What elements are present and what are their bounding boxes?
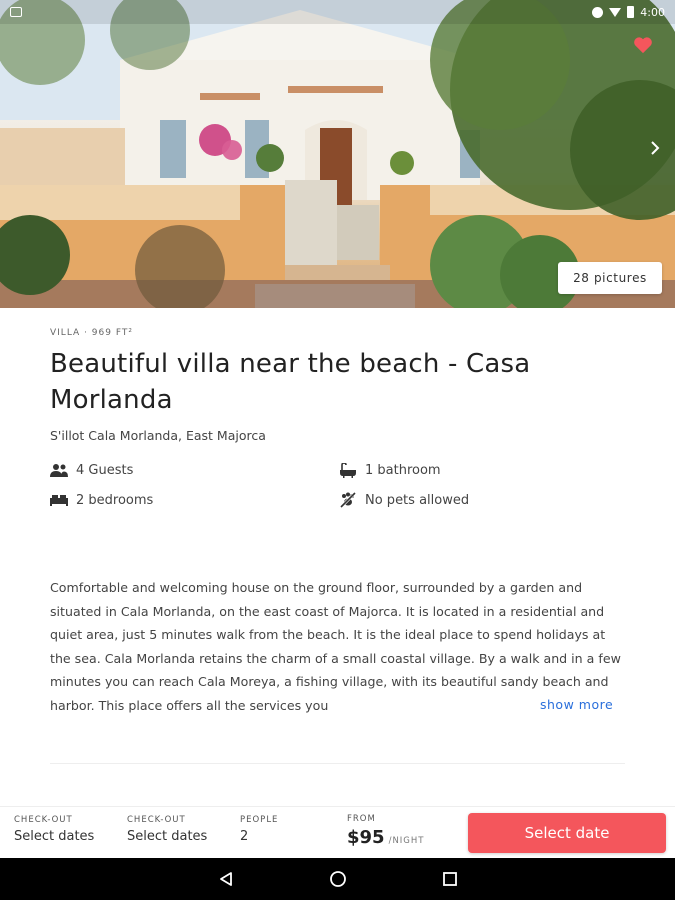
amenity-label: 1 bathroom [365, 462, 441, 478]
listing-category: VILLA · 969 FT² [50, 328, 133, 338]
amenity-bathroom: 1 bathroom [339, 462, 441, 478]
checkout-field[interactable]: CHECK-OUT Select dates [127, 815, 207, 844]
booking-bar: CHECK-OUT Select dates CHECK-OUT Select … [0, 806, 675, 858]
status-time: 4:00 [640, 5, 665, 19]
show-more-link[interactable]: show more [540, 697, 613, 712]
price: $95 /NIGHT [347, 827, 424, 848]
home-button[interactable] [328, 869, 348, 889]
heart-icon [634, 37, 652, 54]
amenity-label: No pets allowed [365, 492, 470, 508]
checkout-label: CHECK-OUT [127, 815, 186, 825]
bed-icon [50, 492, 68, 508]
people-label: PEOPLE [240, 815, 279, 825]
price-from-label: FROM [347, 814, 376, 824]
chevron-right-icon [651, 141, 660, 155]
next-photo-button[interactable] [650, 140, 664, 162]
favorite-button[interactable] [633, 36, 661, 64]
amenity-guests: 4 Guests [50, 462, 133, 478]
listing-title: Beautiful villa near the beach - Casa Mo… [50, 349, 531, 415]
checkin-field[interactable]: CHECK-OUT Select dates [14, 815, 94, 844]
status-bar: 4:00 [0, 0, 675, 24]
recents-button[interactable] [440, 869, 460, 889]
wifi-icon [609, 7, 622, 17]
dnd-icon [592, 6, 604, 18]
notification-icon [10, 7, 22, 17]
checkin-value: Select dates [14, 829, 95, 844]
system-nav-bar [0, 858, 675, 900]
checkout-value: Select dates [127, 829, 208, 844]
bath-icon [339, 462, 357, 478]
listing-details: VILLA · 969 FT² Beautiful villa near the… [50, 320, 625, 764]
people-field[interactable]: PEOPLE 2 [240, 815, 278, 844]
amenity-label: 2 bedrooms [76, 492, 154, 508]
back-button[interactable] [216, 869, 236, 889]
home-circle-icon [330, 871, 346, 887]
amenity-pets: No pets allowed [339, 491, 470, 509]
select-date-button[interactable]: Select date [468, 813, 666, 853]
listing-location: S'illot Cala Morlanda, East Majorca [50, 428, 266, 443]
no-pets-icon [339, 491, 357, 509]
listing-description: Comfortable and welcoming house on the g… [50, 580, 621, 713]
recents-square-icon [443, 872, 457, 886]
amenity-bedrooms: 2 bedrooms [50, 492, 153, 508]
hero-photo[interactable]: 4:00 28 pictures [0, 0, 675, 308]
back-triangle-icon [220, 872, 232, 886]
status-icons: 4:00 [592, 6, 665, 19]
price-amount: $95 [347, 827, 385, 848]
price-unit: /NIGHT [388, 836, 425, 846]
guests-icon [50, 462, 68, 478]
checkin-label: CHECK-OUT [14, 815, 73, 825]
people-value: 2 [240, 829, 249, 844]
battery-icon [627, 6, 635, 18]
pictures-count-button[interactable]: 28 pictures [558, 262, 662, 294]
content-divider [50, 763, 625, 764]
amenity-label: 4 Guests [76, 462, 134, 478]
